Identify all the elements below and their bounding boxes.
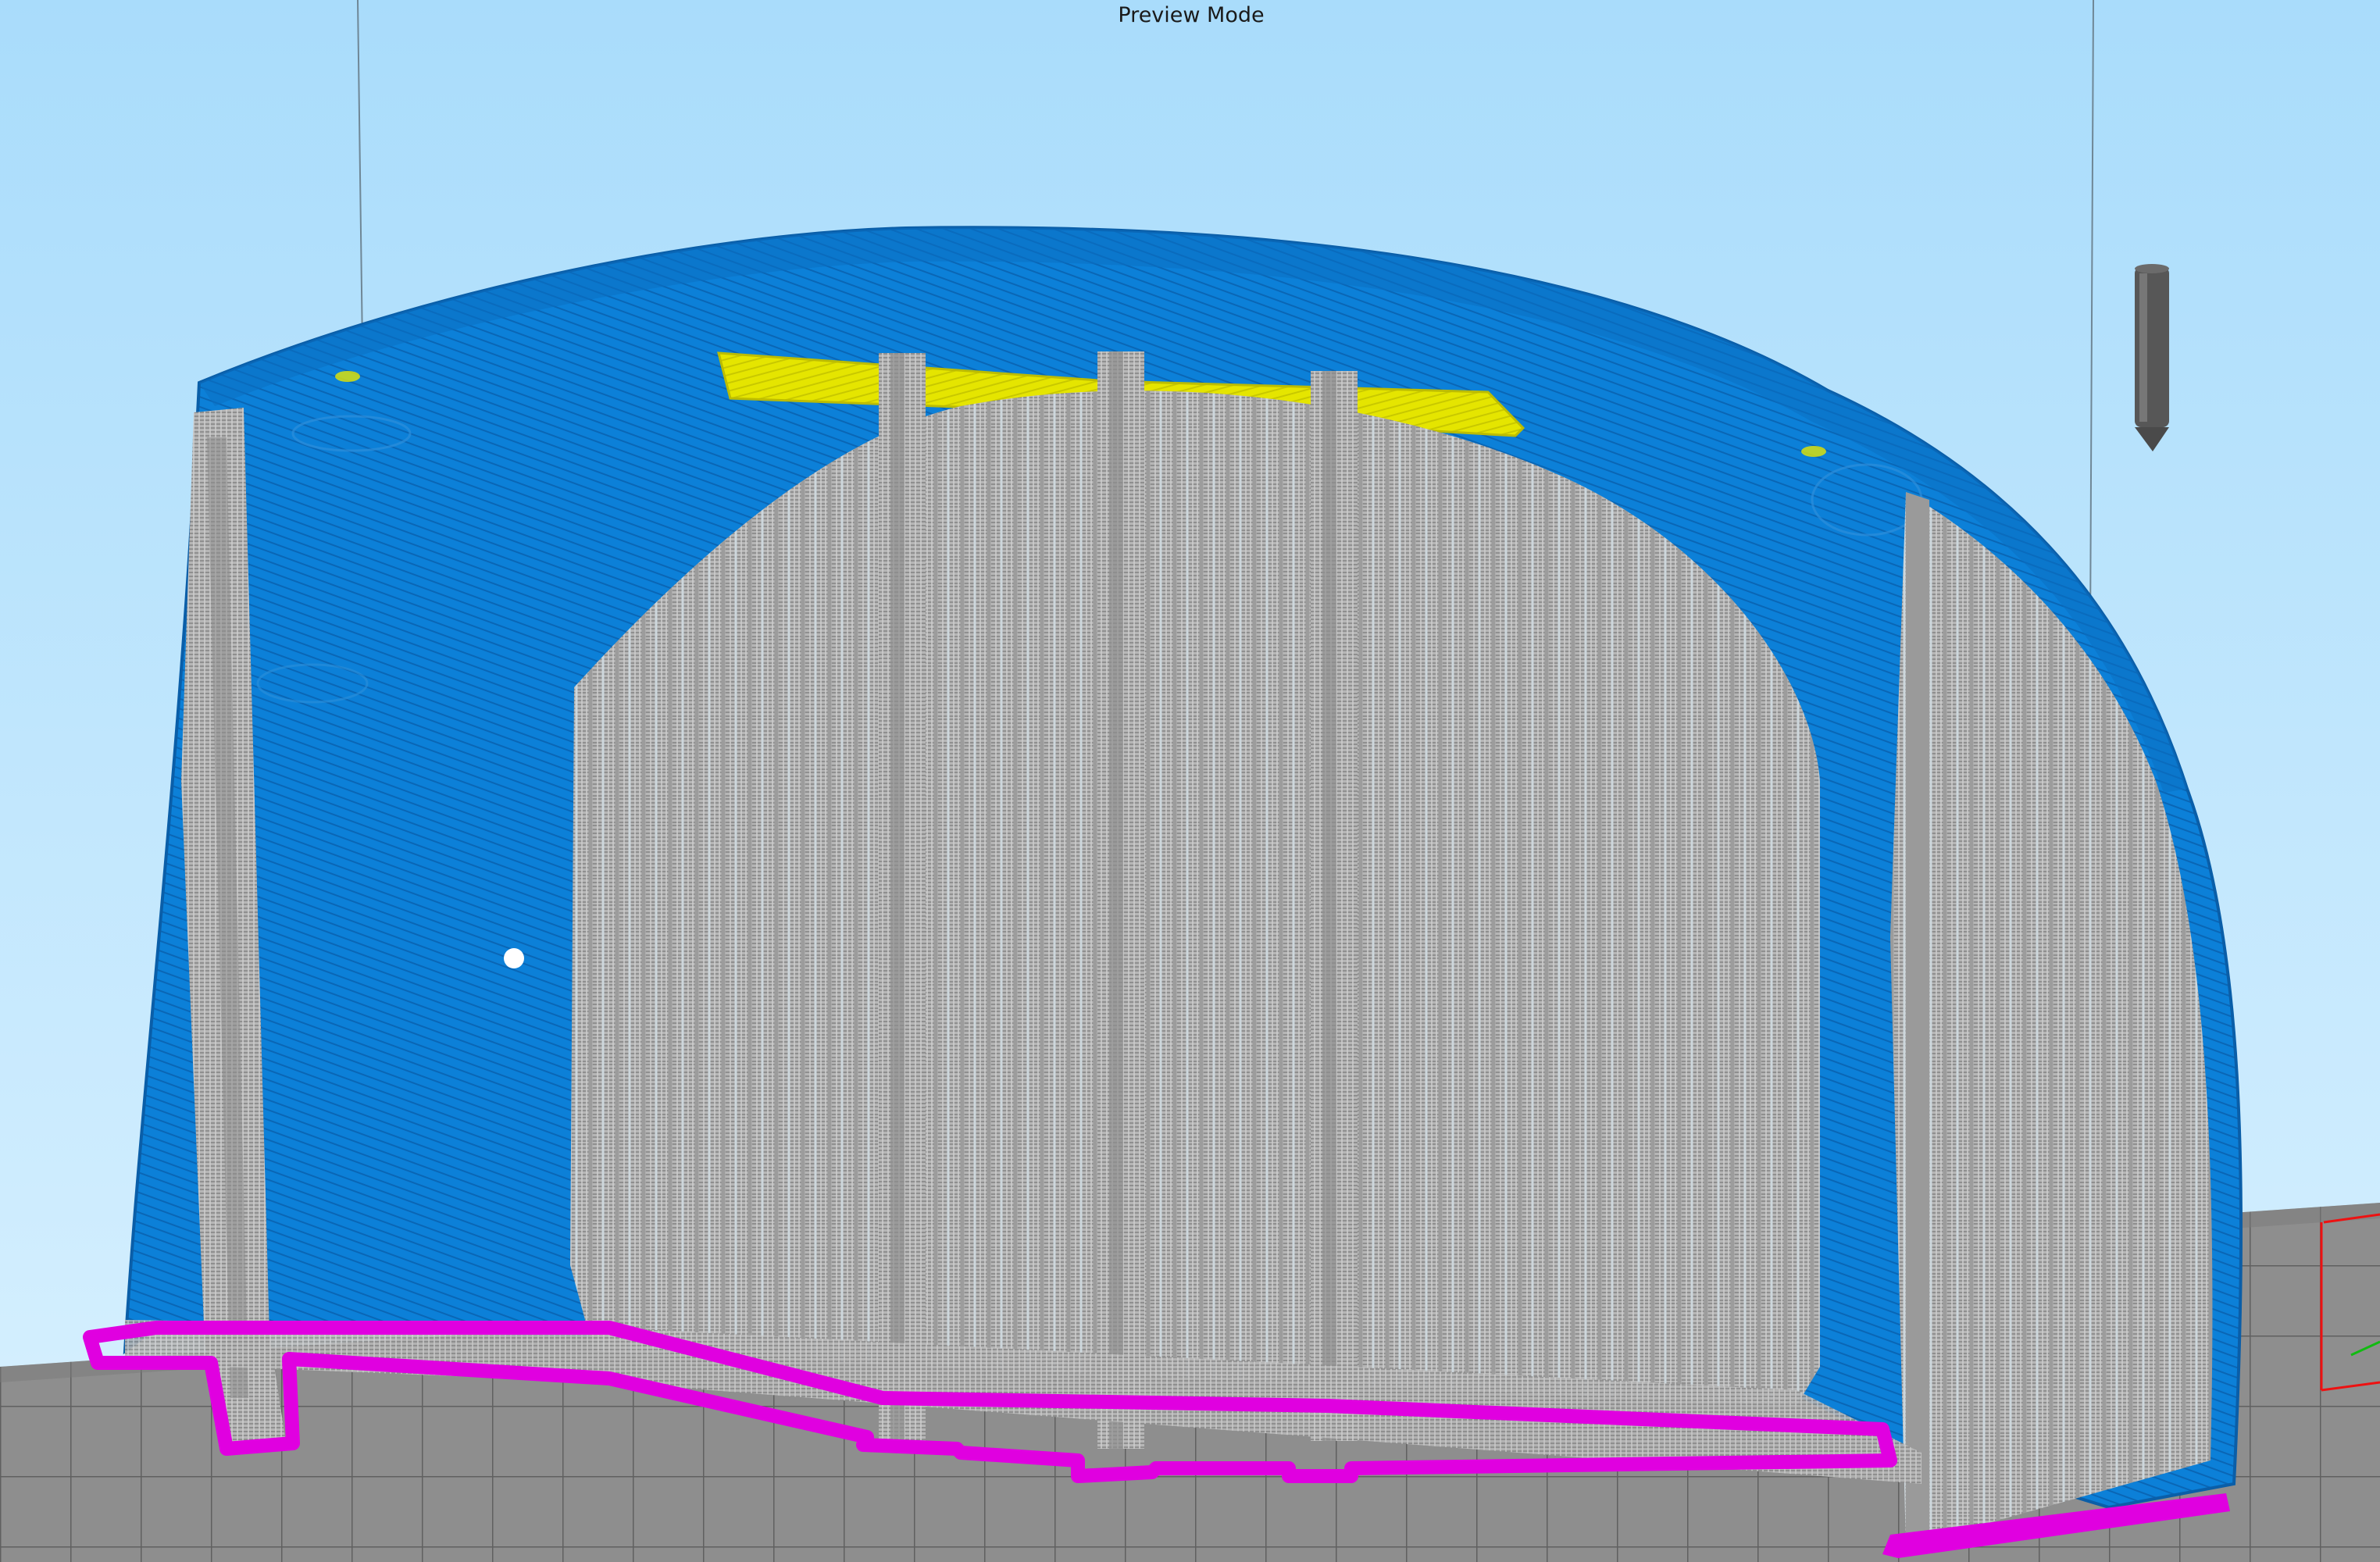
support-structure-main bbox=[570, 390, 1820, 1407]
3d-preview-viewport[interactable]: Preview Mode bbox=[0, 0, 2380, 1562]
preview-mode-label: Preview Mode bbox=[1118, 3, 1265, 27]
nozzle-icon bbox=[2135, 264, 2169, 451]
shell-hole bbox=[504, 948, 524, 968]
print-preview-scene[interactable] bbox=[0, 0, 2380, 1562]
